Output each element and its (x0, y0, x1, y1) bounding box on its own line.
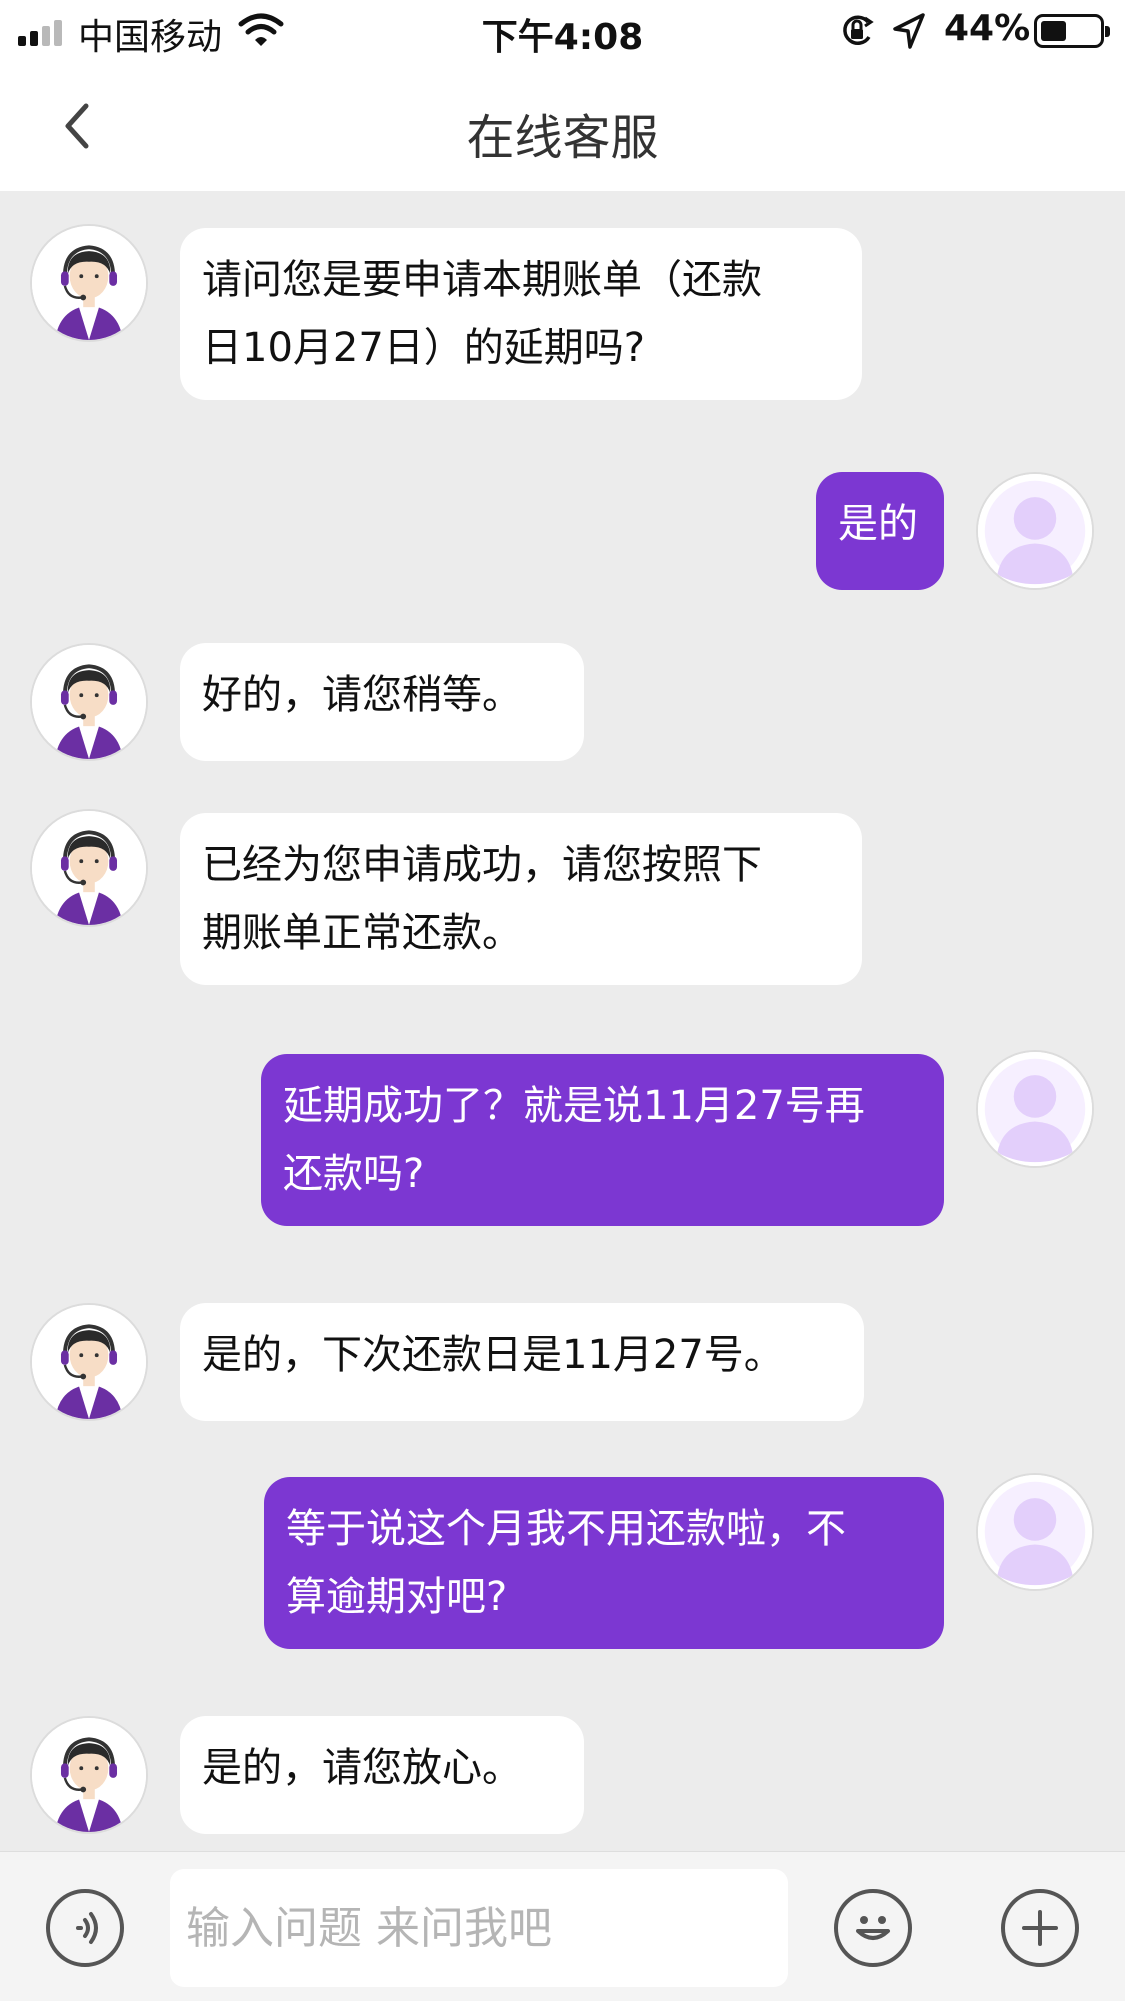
message-text-line: 已经为您申请成功，请您按照下 (202, 842, 762, 888)
chat-message-list[interactable]: 请问您是要申请本期账单（还款 日10月27日）的延期吗? 是的好的，请您稍等。已经为… (0, 191, 1125, 1851)
message-text-line: 好的，请您稍等。 (202, 672, 522, 718)
user-message-bubble[interactable]: 是的 (816, 472, 944, 590)
battery-icon (1034, 14, 1110, 48)
customer-service-agent-icon (32, 226, 146, 340)
emoji-button[interactable] (834, 1889, 912, 1967)
agent-avatar[interactable] (30, 643, 148, 761)
message-text-line: 延期成功了？就是说11月27号再 (283, 1083, 865, 1129)
agent-message-bubble[interactable]: 是的，下次还款日是11月27号。 (180, 1303, 864, 1421)
message-text-line: 是的，下次还款日是11月27号。 (202, 1332, 784, 1378)
user-avatar[interactable] (976, 1050, 1094, 1168)
agent-avatar[interactable] (30, 1303, 148, 1421)
customer-service-agent-icon (32, 811, 146, 925)
orientation-lock-icon (843, 15, 874, 45)
page-title: 在线客服 (466, 110, 659, 166)
status-bar: 中国移动 下午4:08 44% (0, 0, 1125, 62)
message-text-line: 算逾期对吧? (286, 1574, 508, 1620)
message-text-line: 请问您是要申请本期账单（还款 (202, 257, 762, 303)
user-avatar-icon (978, 1052, 1092, 1166)
customer-service-agent-icon (32, 645, 146, 759)
user-avatar[interactable] (976, 472, 1094, 590)
agent-message-bubble[interactable]: 是的，请您放心。 (180, 1716, 584, 1834)
plus-icon (1022, 1910, 1058, 1946)
more-options-button[interactable] (1001, 1889, 1079, 1967)
agent-message-bubble[interactable]: 好的，请您稍等。 (180, 643, 584, 761)
agent-message-bubble[interactable]: 已经为您申请成功，请您按照下 期账单正常还款。 (180, 813, 862, 985)
voice-button[interactable] (46, 1889, 124, 1967)
input-bar (0, 1851, 1125, 2001)
user-avatar-icon (978, 474, 1092, 588)
message-text-line: 等于说这个月我不用还款啦，不 (286, 1506, 846, 1552)
nav-bar: 在线客服 (0, 62, 1125, 191)
customer-service-agent-icon (32, 1305, 146, 1419)
agent-avatar[interactable] (30, 809, 148, 927)
message-text-line: 还款吗? (283, 1151, 425, 1197)
agent-avatar[interactable] (30, 224, 148, 342)
user-avatar[interactable] (976, 1473, 1094, 1591)
emoji-icon (856, 1916, 890, 1940)
voice-icon (76, 1912, 98, 1944)
agent-message-bubble[interactable]: 请问您是要申请本期账单（还款 日10月27日）的延期吗? (180, 228, 862, 400)
agent-avatar[interactable] (30, 1716, 148, 1834)
message-text-line: 期账单正常还款。 (202, 910, 522, 956)
question-input[interactable] (170, 1869, 788, 1987)
user-message-bubble[interactable]: 等于说这个月我不用还款啦，不 算逾期对吧? (264, 1477, 944, 1649)
battery-percent: 44% (944, 8, 1031, 49)
customer-service-agent-icon (32, 1718, 146, 1832)
message-text-line: 是的 (838, 501, 918, 547)
message-text-line: 是的，请您放心。 (202, 1745, 522, 1791)
user-message-bubble[interactable]: 延期成功了？就是说11月27号再 还款吗? (261, 1054, 944, 1226)
message-text-line: 日10月27日）的延期吗? (202, 325, 646, 371)
location-icon (893, 13, 925, 49)
user-avatar-icon (978, 1475, 1092, 1589)
